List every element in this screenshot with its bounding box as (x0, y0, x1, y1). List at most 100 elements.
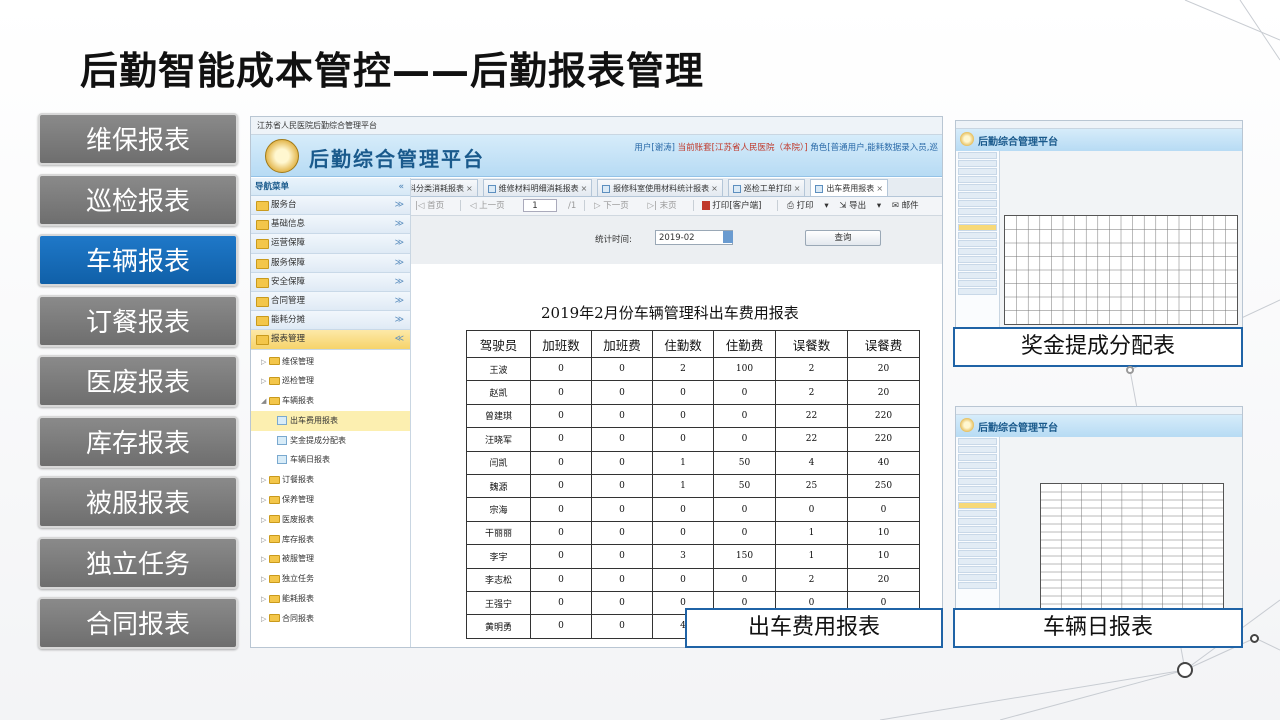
trip-cost-table: 驾驶员 加班数 加班费 住勤数 住勤费 误餐数 误餐费 王波 0 0 2 100 2 20 赵… (466, 330, 920, 639)
table-cell: 40 (847, 450, 920, 475)
thumbnail-menu-row (958, 454, 997, 461)
current-account[interactable]: 当前账套[江苏省人民医院（本院）] (678, 143, 808, 153)
table-cell: 1 (652, 473, 714, 499)
table-cell: 0 (530, 473, 592, 499)
thumbnail-menu-row (958, 192, 997, 199)
menu-item-inventory-report[interactable]: 库存报表 (38, 415, 238, 468)
last-page-button[interactable]: ▷| 末页 (647, 201, 684, 211)
menu-item-inspection-report[interactable]: 巡检报表 (38, 173, 238, 226)
table-row: 宗海 0 0 0 0 0 0 (466, 497, 920, 522)
app-header: 后勤综合管理平台 用户[谢涛] 当前账套[江苏省人民医院（本院）] 角色[普通用… (251, 135, 942, 177)
table-cell: 2 (652, 356, 714, 382)
tab-material-detail[interactable]: 维修材料明细消耗报表 × (482, 179, 593, 196)
table-cell: 0 (591, 450, 653, 475)
mail-button[interactable]: ✉ 邮件 (892, 201, 927, 211)
export-button[interactable]: ⇲ 导出 ▾ (839, 201, 881, 211)
menu-item-meal-report[interactable]: 订餐报表 (38, 294, 238, 347)
table-cell: 20 (847, 567, 920, 592)
table-cell: 2 (775, 356, 848, 382)
thumbnail-sidebar (956, 437, 1000, 609)
folder-icon (269, 594, 280, 603)
tree-item-upkeep[interactable]: ▷ 保养管理 (251, 490, 410, 510)
thumbnail-menu-row (958, 582, 997, 589)
folder-open-icon (269, 396, 280, 405)
tab-category-consumption[interactable]: 科分类消耗报表 × (411, 179, 478, 196)
chevron-down-icon: ≫ (394, 219, 404, 230)
tree-item-contract[interactable]: ▷ 合同报表 (251, 609, 410, 629)
tab-trip-cost-report[interactable]: 出车费用报表 × (810, 179, 889, 196)
menu-item-linen-report[interactable]: 被服报表 (38, 476, 238, 528)
driver-name-cell: 王波 (466, 356, 531, 382)
page-number-input[interactable]: 1 (523, 199, 558, 212)
table-cell: 20 (847, 380, 920, 405)
table-row: 汪晓军 0 0 0 0 22 220 (466, 427, 920, 452)
thumbnail-menu-row (958, 494, 997, 501)
table-header-row: 驾驶员 加班数 加班费 住勤数 住勤费 误餐数 误餐费 (466, 330, 920, 358)
menu-item-maintenance-report[interactable]: 维保报表 (38, 113, 238, 165)
sidebar-section-energy[interactable]: 能耗分摊 ≫ (251, 311, 410, 331)
tab-department-material[interactable]: 报修科室使用材料统计报表 × (597, 179, 723, 196)
table-cell: 10 (847, 520, 920, 546)
table-cell: 0 (713, 497, 776, 522)
sidebar-section-reports[interactable]: 报表管理 ≪ (251, 330, 410, 350)
tree-item-vehicle-daily[interactable]: 车辆日报表 (251, 450, 410, 470)
menu-item-medical-waste-report[interactable]: 医废报表 (38, 355, 238, 407)
pdf-icon (702, 201, 711, 210)
thumbnail-menu-row (958, 288, 997, 295)
network-node-decoration (1177, 662, 1193, 678)
tab-bar: 科分类消耗报表 × 维修材料明细消耗报表 × 报修科室使用材料统计报表 × 巡检工单打… (411, 178, 942, 197)
sidebar-section-service-desk[interactable]: 服务台 ≫ (251, 196, 410, 216)
thumbnail-app-title: 后勤综合管理平台 (978, 423, 1058, 434)
tree-item-energy[interactable]: ▷ 能耗报表 (251, 589, 410, 609)
sidebar-section-safety[interactable]: 安全保障 ≫ (251, 272, 410, 292)
prev-page-button[interactable]: ◁ 上一页 (470, 201, 513, 211)
first-page-button[interactable]: |◁ 首页 (415, 201, 452, 211)
table-row: 王波 0 0 2 100 2 20 (466, 356, 920, 382)
table-row: 李志松 0 0 0 0 2 20 (466, 567, 920, 592)
menu-item-vehicle-report[interactable]: 车辆报表 (38, 234, 238, 286)
tree-item-linen[interactable]: ▷ 被服管理 (251, 549, 410, 569)
thumbnail-menu-row (958, 216, 997, 223)
tab-inspection-print[interactable]: 巡检工单打印 × (727, 179, 806, 196)
chevron-down-icon: ≫ (394, 295, 404, 306)
print-button[interactable]: ⎙ 打印 ▾ (787, 201, 829, 211)
table-cell: 22 (775, 427, 848, 452)
table-cell: 50 (713, 473, 776, 499)
sidebar-section-contracts[interactable]: 合同管理 ≫ (251, 291, 410, 312)
table-cell: 100 (713, 356, 776, 382)
tree-item-medical-waste[interactable]: ▷ 医废报表 (251, 510, 410, 530)
next-page-button[interactable]: ▷ 下一页 (594, 201, 637, 211)
table-cell: 0 (652, 567, 714, 592)
user-link[interactable]: 用户[谢涛] (634, 143, 675, 153)
column-header: 加班数 (530, 330, 592, 358)
tree-item-meal[interactable]: ▷ 订餐报表 (251, 470, 410, 490)
report-icon (277, 415, 287, 425)
folder-icon (269, 357, 280, 365)
tree-item-trip-cost-report[interactable]: 出车费用报表 (251, 410, 410, 431)
tree-item-inspection[interactable]: ▷ 巡检管理 (251, 371, 410, 391)
sidebar-section-operations[interactable]: 运营保障 ≫ (251, 234, 410, 254)
collapse-icon[interactable]: « (399, 178, 405, 196)
tree-item-independent-task[interactable]: ▷ 独立任务 (251, 569, 410, 589)
table-row: 魏源 0 0 1 50 25 250 (466, 473, 920, 499)
table-cell: 0 (530, 450, 592, 475)
thumbnail-titlebar (956, 121, 1242, 129)
table-cell: 20 (847, 356, 920, 382)
print-client-button[interactable]: 打印[客户端] (702, 201, 769, 211)
table-cell: 10 (847, 544, 920, 569)
tree-item-inventory[interactable]: ▷ 库存报表 (251, 530, 410, 550)
tree-item-maintenance[interactable]: ▷ 维保管理 (251, 352, 410, 372)
table-cell: 0 (652, 380, 714, 405)
sidebar-section-basic-info[interactable]: 基础信息 ≫ (251, 215, 410, 235)
sidebar-section-service-support[interactable]: 服务保障 ≫ (251, 253, 410, 273)
table-row: 赵凯 0 0 0 0 2 20 (466, 380, 920, 405)
date-input[interactable]: 2019-02 (655, 230, 733, 245)
calendar-icon[interactable] (723, 231, 733, 243)
menu-item-contract-report[interactable]: 合同报表 (38, 597, 238, 649)
menu-item-independent-task[interactable]: 独立任务 (38, 536, 238, 589)
thumbnail-menu-row (958, 486, 997, 493)
tree-item-bonus-allocation[interactable]: 奖金提成分配表 (251, 431, 410, 451)
tree-item-vehicle-reports[interactable]: ◢ 车辆报表 (251, 391, 410, 411)
thumbnail-grid-lines (1041, 484, 1223, 609)
query-button[interactable]: 查询 (805, 230, 881, 246)
